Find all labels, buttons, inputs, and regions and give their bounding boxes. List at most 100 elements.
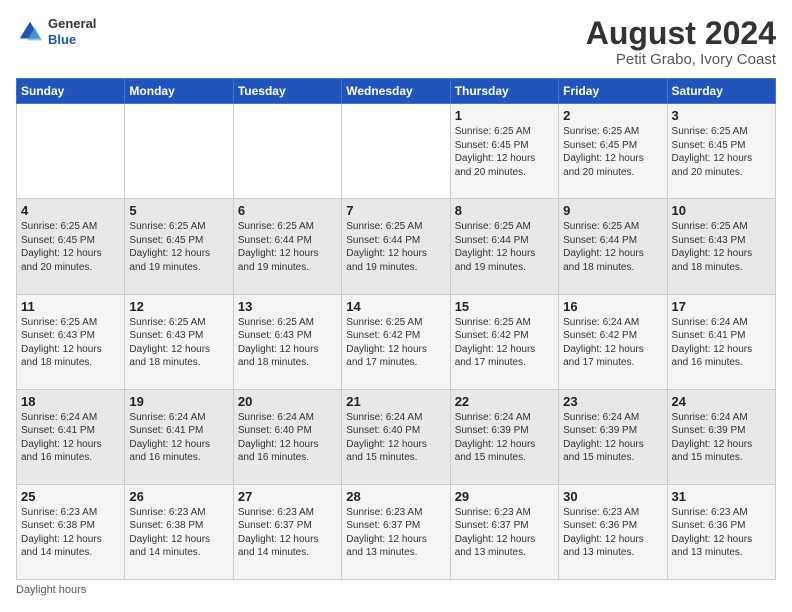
day-info: Sunrise: 6:24 AM Sunset: 6:41 PM Dayligh… xyxy=(672,316,771,370)
day-number: 26 xyxy=(129,489,228,504)
page: General Blue August 2024 Petit Grabo, Iv… xyxy=(0,0,792,612)
day-info: Sunrise: 6:23 AM Sunset: 6:36 PM Dayligh… xyxy=(672,506,771,560)
day-info: Sunrise: 6:24 AM Sunset: 6:40 PM Dayligh… xyxy=(238,411,337,465)
day-info: Sunrise: 6:23 AM Sunset: 6:38 PM Dayligh… xyxy=(129,506,228,560)
day-info: Sunrise: 6:24 AM Sunset: 6:40 PM Dayligh… xyxy=(346,411,445,465)
calendar-week-1: 1 Sunrise: 6:25 AM Sunset: 6:45 PM Daylig… xyxy=(17,104,776,199)
calendar-day: 28Sunrise: 6:23 AM Sunset: 6:37 PM Dayli… xyxy=(342,484,450,579)
calendar-day: 30 Sunrise: 6:23 AM Sunset: 6:36 PM Dayli… xyxy=(559,484,667,579)
col-thursday: Thursday xyxy=(450,79,558,104)
day-number: 6 xyxy=(238,203,337,218)
calendar-day: 8 Sunrise: 6:25 AM Sunset: 6:44 PM Daylig… xyxy=(450,199,558,294)
col-monday: Monday xyxy=(125,79,233,104)
day-number: 16 xyxy=(563,299,662,314)
day-number: 3 xyxy=(672,108,771,123)
day-info: Sunrise: 6:25 AM Sunset: 6:42 PM Dayligh… xyxy=(455,316,554,370)
calendar-day: 29 Sunrise: 6:23 AM Sunset: 6:37 PM Dayli… xyxy=(450,484,558,579)
day-number: 19 xyxy=(129,394,228,409)
calendar-day: 26 Sunrise: 6:23 AM Sunset: 6:38 PM Dayli… xyxy=(125,484,233,579)
day-number: 4 xyxy=(21,203,120,218)
col-saturday: Saturday xyxy=(667,79,775,104)
calendar-week-3: 11Sunrise: 6:25 AM Sunset: 6:43 PM Dayli… xyxy=(17,294,776,389)
calendar-day: 7 Sunrise: 6:25 AM Sunset: 6:44 PM Daylig… xyxy=(342,199,450,294)
day-number: 13 xyxy=(238,299,337,314)
calendar-body: 1 Sunrise: 6:25 AM Sunset: 6:45 PM Daylig… xyxy=(17,104,776,580)
day-number: 21 xyxy=(346,394,445,409)
day-number: 20 xyxy=(238,394,337,409)
calendar-day: 1 Sunrise: 6:25 AM Sunset: 6:45 PM Daylig… xyxy=(450,104,558,199)
day-info: Sunrise: 6:23 AM Sunset: 6:36 PM Dayligh… xyxy=(563,506,662,560)
day-info: Sunrise: 6:24 AM Sunset: 6:39 PM Dayligh… xyxy=(672,411,771,465)
day-info: Sunrise: 6:25 AM Sunset: 6:44 PM Dayligh… xyxy=(455,220,554,274)
page-subtitle: Petit Grabo, Ivory Coast xyxy=(586,51,776,68)
calendar-day: 19 Sunrise: 6:24 AM Sunset: 6:41 PM Dayli… xyxy=(125,389,233,484)
calendar-day: 5Sunrise: 6:25 AM Sunset: 6:45 PM Daylig… xyxy=(125,199,233,294)
day-number: 27 xyxy=(238,489,337,504)
day-info: Sunrise: 6:25 AM Sunset: 6:45 PM Dayligh… xyxy=(672,125,771,179)
footer-note: Daylight hours xyxy=(16,584,776,596)
calendar-day: 15 Sunrise: 6:25 AM Sunset: 6:42 PM Dayli… xyxy=(450,294,558,389)
day-info: Sunrise: 6:23 AM Sunset: 6:37 PM Dayligh… xyxy=(455,506,554,560)
col-sunday: Sunday xyxy=(17,79,125,104)
day-info: Sunrise: 6:25 AM Sunset: 6:44 PM Dayligh… xyxy=(563,220,662,274)
calendar-day: 31 Sunrise: 6:23 AM Sunset: 6:36 PM Dayli… xyxy=(667,484,775,579)
day-info: Sunrise: 6:25 AM Sunset: 6:45 PM Dayligh… xyxy=(455,125,554,179)
day-number: 8 xyxy=(455,203,554,218)
calendar-day: 2Sunrise: 6:25 AM Sunset: 6:45 PM Daylig… xyxy=(559,104,667,199)
calendar-day: 17Sunrise: 6:24 AM Sunset: 6:41 PM Dayli… xyxy=(667,294,775,389)
calendar-day: 24 Sunrise: 6:24 AM Sunset: 6:39 PM Dayli… xyxy=(667,389,775,484)
day-number: 25 xyxy=(21,489,120,504)
day-number: 9 xyxy=(563,203,662,218)
day-number: 15 xyxy=(455,299,554,314)
day-info: Sunrise: 6:25 AM Sunset: 6:44 PM Dayligh… xyxy=(346,220,445,274)
col-friday: Friday xyxy=(559,79,667,104)
calendar-day: 21 Sunrise: 6:24 AM Sunset: 6:40 PM Dayli… xyxy=(342,389,450,484)
day-number: 14 xyxy=(346,299,445,314)
calendar-day: 10Sunrise: 6:25 AM Sunset: 6:43 PM Dayli… xyxy=(667,199,775,294)
title-block: August 2024 Petit Grabo, Ivory Coast xyxy=(586,16,776,68)
day-number: 30 xyxy=(563,489,662,504)
day-info: Sunrise: 6:25 AM Sunset: 6:42 PM Dayligh… xyxy=(346,316,445,370)
logo-icon xyxy=(16,18,44,46)
day-info: Sunrise: 6:25 AM Sunset: 6:45 PM Dayligh… xyxy=(129,220,228,274)
calendar-day: 9 Sunrise: 6:25 AM Sunset: 6:44 PM Daylig… xyxy=(559,199,667,294)
day-number: 2 xyxy=(563,108,662,123)
day-number: 31 xyxy=(672,489,771,504)
day-info: Sunrise: 6:25 AM Sunset: 6:43 PM Dayligh… xyxy=(672,220,771,274)
calendar-day: 4 Sunrise: 6:25 AM Sunset: 6:45 PM Daylig… xyxy=(17,199,125,294)
day-number: 29 xyxy=(455,489,554,504)
day-number: 22 xyxy=(455,394,554,409)
day-number: 1 xyxy=(455,108,554,123)
day-number: 23 xyxy=(563,394,662,409)
calendar-day: 23Sunrise: 6:24 AM Sunset: 6:39 PM Dayli… xyxy=(559,389,667,484)
calendar-day: 6 Sunrise: 6:25 AM Sunset: 6:44 PM Daylig… xyxy=(233,199,341,294)
day-number: 7 xyxy=(346,203,445,218)
day-number: 24 xyxy=(672,394,771,409)
col-wednesday: Wednesday xyxy=(342,79,450,104)
logo: General Blue xyxy=(16,16,96,47)
calendar-day: 16 Sunrise: 6:24 AM Sunset: 6:42 PM Dayli… xyxy=(559,294,667,389)
day-info: Sunrise: 6:23 AM Sunset: 6:37 PM Dayligh… xyxy=(238,506,337,560)
day-info: Sunrise: 6:24 AM Sunset: 6:41 PM Dayligh… xyxy=(21,411,120,465)
calendar-day: 12Sunrise: 6:25 AM Sunset: 6:43 PM Dayli… xyxy=(125,294,233,389)
day-info: Sunrise: 6:24 AM Sunset: 6:42 PM Dayligh… xyxy=(563,316,662,370)
logo-general: General xyxy=(48,16,96,32)
calendar-day: 20 Sunrise: 6:24 AM Sunset: 6:40 PM Dayli… xyxy=(233,389,341,484)
calendar-day: 13 Sunrise: 6:25 AM Sunset: 6:43 PM Dayli… xyxy=(233,294,341,389)
header: General Blue August 2024 Petit Grabo, Iv… xyxy=(16,16,776,68)
col-tuesday: Tuesday xyxy=(233,79,341,104)
calendar-week-2: 4 Sunrise: 6:25 AM Sunset: 6:45 PM Daylig… xyxy=(17,199,776,294)
day-number: 12 xyxy=(129,299,228,314)
calendar-day: 14 Sunrise: 6:25 AM Sunset: 6:42 PM Dayli… xyxy=(342,294,450,389)
calendar-day: 11Sunrise: 6:25 AM Sunset: 6:43 PM Dayli… xyxy=(17,294,125,389)
day-info: Sunrise: 6:25 AM Sunset: 6:44 PM Dayligh… xyxy=(238,220,337,274)
calendar-day xyxy=(233,104,341,199)
day-info: Sunrise: 6:25 AM Sunset: 6:43 PM Dayligh… xyxy=(21,316,120,370)
day-info: Sunrise: 6:24 AM Sunset: 6:41 PM Dayligh… xyxy=(129,411,228,465)
calendar-day: 27 Sunrise: 6:23 AM Sunset: 6:37 PM Dayli… xyxy=(233,484,341,579)
day-info: Sunrise: 6:25 AM Sunset: 6:45 PM Dayligh… xyxy=(21,220,120,274)
calendar-day: 3 Sunrise: 6:25 AM Sunset: 6:45 PM Daylig… xyxy=(667,104,775,199)
day-info: Sunrise: 6:25 AM Sunset: 6:43 PM Dayligh… xyxy=(238,316,337,370)
page-title: August 2024 xyxy=(586,16,776,51)
logo-blue: Blue xyxy=(48,32,96,48)
